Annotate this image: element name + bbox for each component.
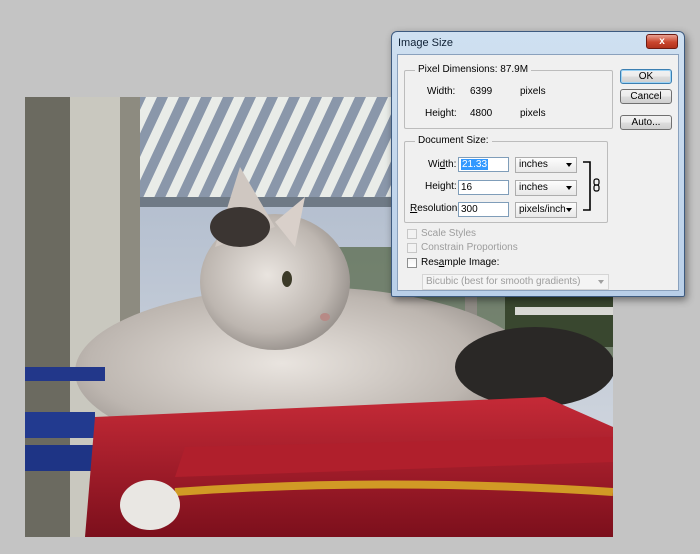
resample-image-checkbox[interactable] bbox=[407, 258, 417, 268]
doc-width-unit: inches bbox=[519, 159, 548, 170]
resample-image-label: Resample Image: bbox=[421, 257, 500, 268]
scale-styles-label: Scale Styles bbox=[421, 228, 477, 239]
pixel-width-value: 6399 bbox=[470, 86, 493, 97]
doc-height-unit-select[interactable]: inches bbox=[515, 180, 577, 196]
auto-button[interactable]: Auto... bbox=[620, 115, 672, 130]
doc-height-unit: inches bbox=[519, 182, 548, 193]
pixel-width-label: Width: bbox=[427, 86, 456, 97]
doc-height-input[interactable]: 16 bbox=[458, 180, 509, 195]
dialog-title: Image Size bbox=[398, 37, 454, 49]
pixel-dimensions-group: Pixel Dimensions: 87.9M Width: 6399 pixe… bbox=[404, 64, 613, 129]
resolution-unit-select[interactable]: pixels/inch bbox=[515, 202, 577, 218]
pixel-dimensions-label: Pixel Dimensions: bbox=[418, 64, 498, 75]
pixel-height-value: 4800 bbox=[470, 108, 493, 119]
pixel-dimensions-legend: Pixel Dimensions: 87.9M bbox=[415, 64, 532, 75]
pixel-height-label: Height: bbox=[425, 108, 457, 119]
resolution-value: 300 bbox=[461, 204, 478, 215]
pixel-height-unit: pixels bbox=[520, 108, 546, 119]
doc-width-unit-select[interactable]: inches bbox=[515, 157, 577, 173]
title-bar[interactable]: Image Size x bbox=[392, 32, 684, 53]
document-size-legend: Document Size: bbox=[415, 135, 492, 146]
scale-styles-checkbox[interactable] bbox=[407, 229, 417, 239]
doc-width-value: 21.33 bbox=[461, 159, 489, 170]
close-button[interactable]: x bbox=[646, 34, 678, 49]
doc-width-input[interactable]: 21.33 bbox=[458, 157, 509, 172]
chevron-down-icon bbox=[598, 280, 604, 284]
chevron-down-icon bbox=[566, 163, 572, 167]
document-size-group: Document Size: Width: 21.33 inches Heigh… bbox=[404, 135, 608, 223]
resolution-label: Resolution: bbox=[410, 203, 461, 214]
chevron-down-icon bbox=[566, 186, 572, 190]
chain-link-icon bbox=[583, 161, 600, 211]
cancel-button[interactable]: Cancel bbox=[620, 89, 672, 104]
dialog-body: Pixel Dimensions: 87.9M Width: 6399 pixe… bbox=[397, 54, 679, 291]
image-size-dialog: Image Size x Pixel Dimensions: 87.9M Wid… bbox=[391, 31, 685, 297]
resolution-input[interactable]: 300 bbox=[458, 202, 509, 217]
close-icon: x bbox=[659, 36, 665, 47]
ok-button[interactable]: OK bbox=[620, 69, 672, 84]
constrain-proportions-label: Constrain Proportions bbox=[421, 242, 518, 253]
chevron-down-icon bbox=[566, 208, 572, 212]
doc-height-value: 16 bbox=[461, 182, 473, 193]
pixel-width-unit: pixels bbox=[520, 86, 546, 97]
doc-width-label: Width: bbox=[428, 159, 457, 170]
resample-method-select[interactable]: Bicubic (best for smooth gradients) bbox=[422, 274, 609, 290]
resolution-unit: pixels/inch bbox=[519, 204, 566, 215]
constrain-proportions-checkbox[interactable] bbox=[407, 243, 417, 253]
resample-method: Bicubic (best for smooth gradients) bbox=[426, 276, 581, 287]
pixel-dimensions-size: 87.9M bbox=[500, 64, 529, 75]
doc-height-label: Height: bbox=[425, 181, 457, 192]
